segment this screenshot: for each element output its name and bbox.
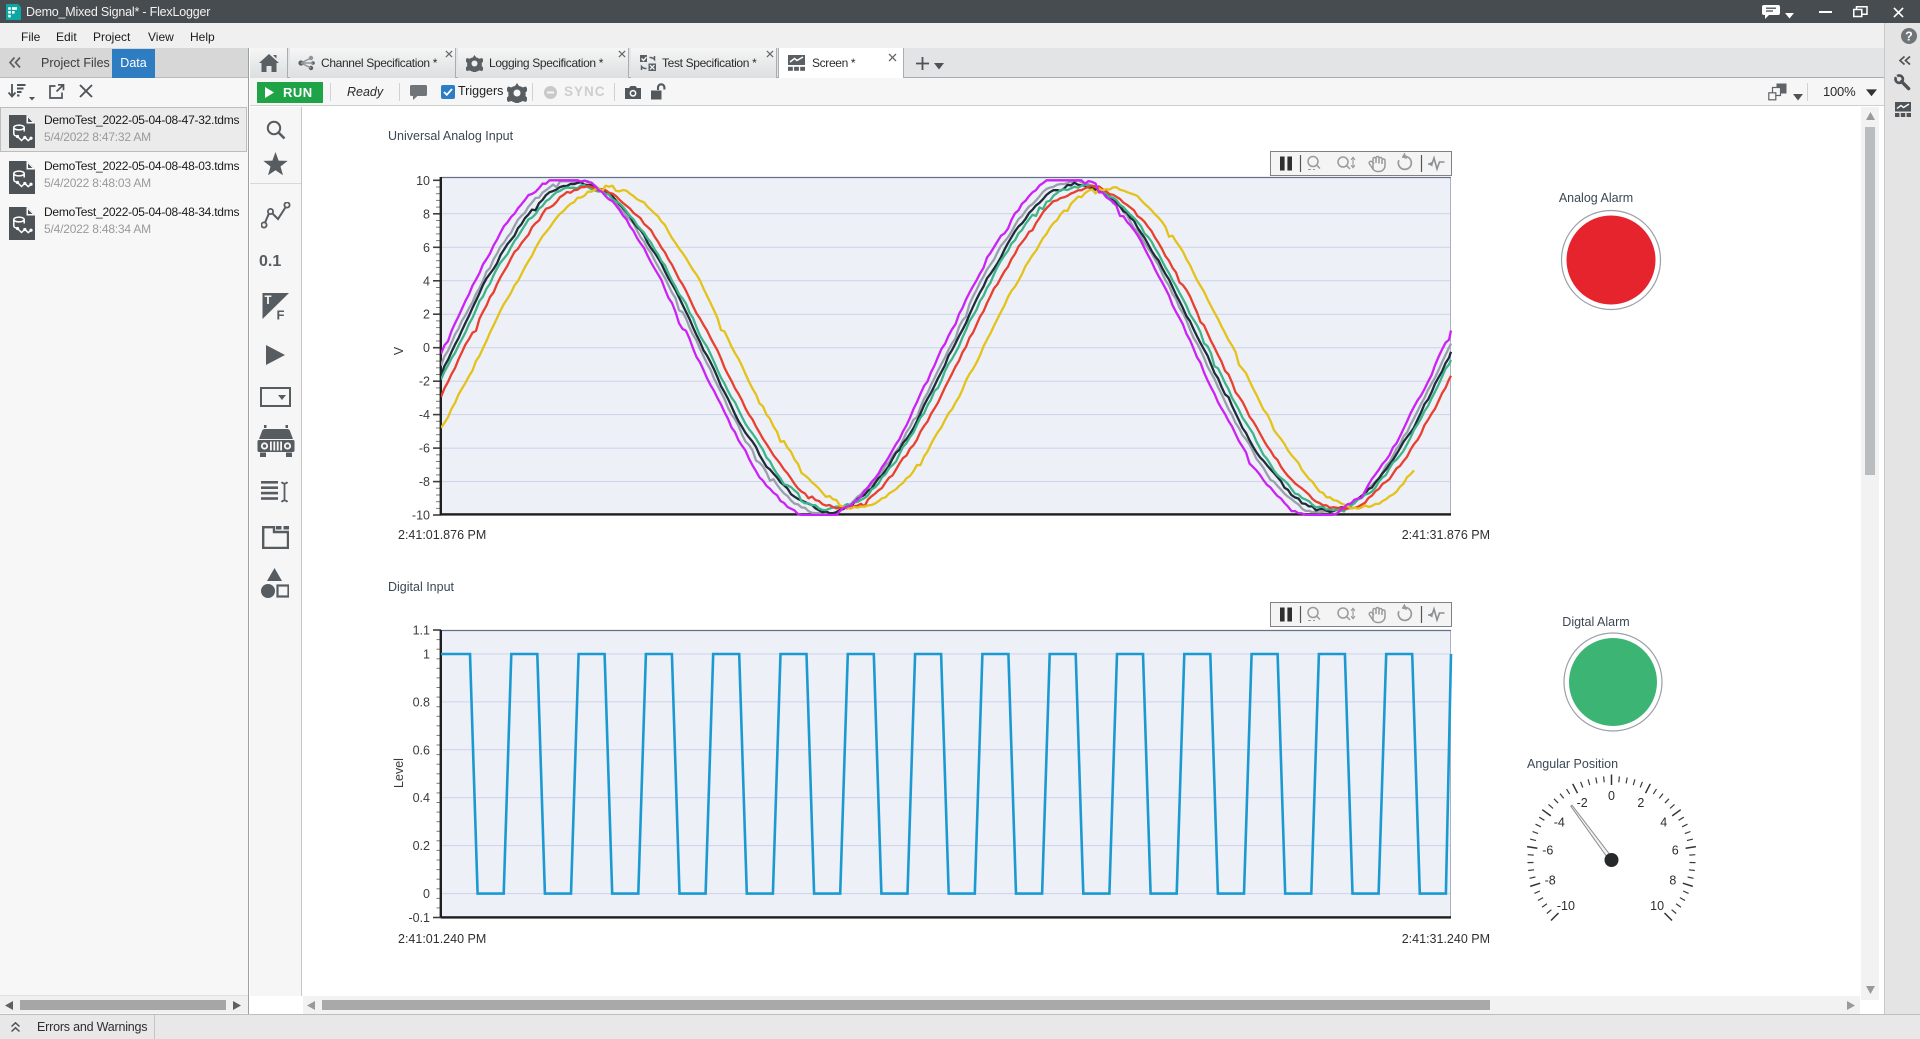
- svg-text:Analog Alarm: Analog Alarm: [1559, 191, 1633, 205]
- svg-text:4: 4: [1660, 816, 1667, 830]
- svg-text:-4: -4: [1554, 816, 1565, 830]
- svg-text:4: 4: [423, 274, 430, 288]
- svg-text:-4: -4: [419, 408, 430, 422]
- svg-text:0.4: 0.4: [413, 791, 430, 805]
- svg-text:-6: -6: [419, 442, 430, 456]
- svg-text:V: V: [392, 346, 406, 355]
- svg-text:1: 1: [423, 648, 430, 662]
- svg-text:6: 6: [1672, 843, 1679, 857]
- svg-text:Level: Level: [392, 758, 406, 788]
- svg-text:10: 10: [416, 174, 430, 188]
- svg-text:0.8: 0.8: [413, 695, 430, 709]
- svg-text:2:41:01.876 PM: 2:41:01.876 PM: [398, 528, 486, 542]
- svg-text:-6: -6: [1542, 843, 1553, 857]
- svg-text:8: 8: [1669, 873, 1676, 887]
- svg-text:2:41:31.876 PM: 2:41:31.876 PM: [1402, 528, 1490, 542]
- svg-text:Angular Position: Angular Position: [1527, 757, 1618, 771]
- svg-text:-2: -2: [419, 375, 430, 389]
- svg-text:0.2: 0.2: [413, 839, 430, 853]
- svg-text:1.1: 1.1: [413, 624, 430, 638]
- svg-text:6: 6: [423, 241, 430, 255]
- svg-text:-0.1: -0.1: [408, 911, 430, 925]
- svg-text:Universal Analog Input: Universal Analog Input: [388, 129, 514, 143]
- svg-text:?: ?: [1905, 29, 1913, 43]
- svg-text:0: 0: [1608, 789, 1615, 803]
- svg-text:-10: -10: [412, 509, 430, 523]
- svg-text:2:41:31.240 PM: 2:41:31.240 PM: [1402, 932, 1490, 946]
- svg-text:-8: -8: [1545, 873, 1556, 887]
- svg-text:Digtal Alarm: Digtal Alarm: [1562, 615, 1629, 629]
- svg-text:Digital Input: Digital Input: [388, 580, 455, 594]
- svg-text:10: 10: [1650, 899, 1664, 913]
- svg-text:-8: -8: [419, 475, 430, 489]
- svg-text:8: 8: [423, 207, 430, 221]
- svg-text:2: 2: [1637, 796, 1644, 810]
- svg-text:0: 0: [423, 341, 430, 355]
- svg-text:-2: -2: [1577, 796, 1588, 810]
- svg-text:T: T: [265, 295, 272, 307]
- svg-text:2: 2: [423, 308, 430, 322]
- svg-text:F: F: [277, 308, 285, 321]
- svg-text:0: 0: [423, 887, 430, 901]
- svg-text:-10: -10: [1557, 899, 1575, 913]
- svg-text:2:41:01.240 PM: 2:41:01.240 PM: [398, 932, 486, 946]
- svg-text:0.6: 0.6: [413, 743, 430, 757]
